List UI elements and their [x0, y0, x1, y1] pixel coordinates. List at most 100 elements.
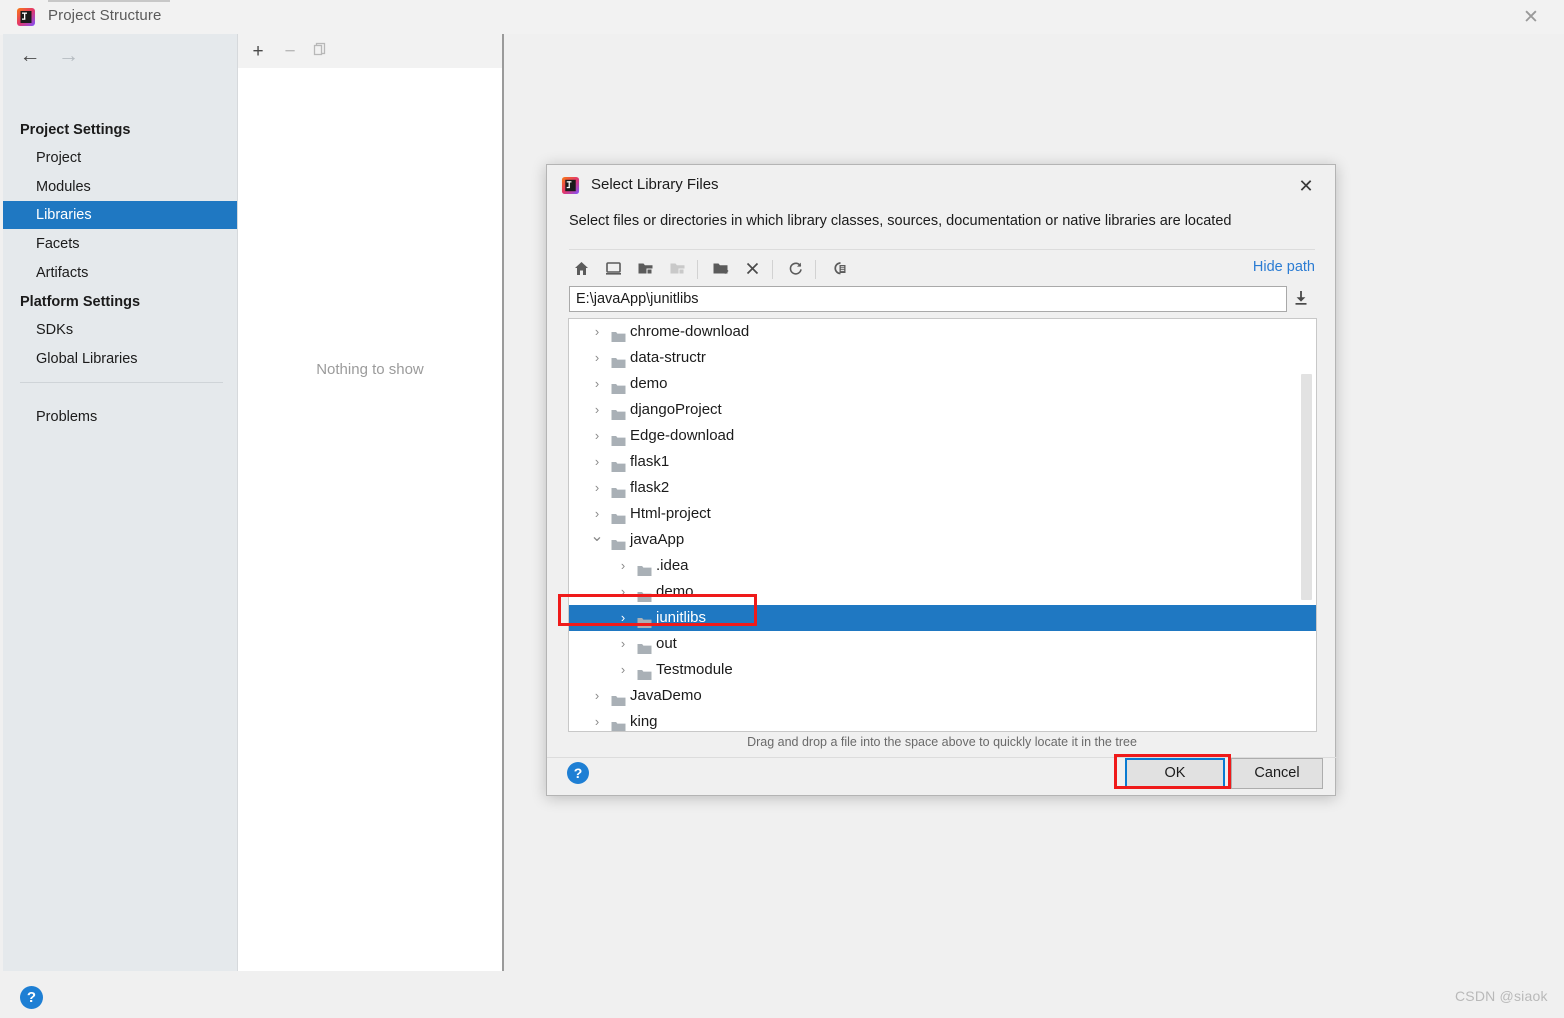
- chevron-right-icon[interactable]: ›: [589, 683, 605, 709]
- arrow-left-icon[interactable]: ←: [13, 42, 47, 70]
- chevron-right-icon[interactable]: ›: [589, 397, 605, 423]
- tree-row[interactable]: › Html-project: [569, 501, 1316, 527]
- chevron-right-icon[interactable]: ›: [589, 423, 605, 449]
- tree-row-label: junitlibs: [656, 609, 707, 626]
- tree-row-label: demo: [656, 583, 694, 600]
- sidebar-group-platform-settings: Platform Settings: [20, 294, 141, 310]
- desktop-icon[interactable]: [599, 255, 627, 283]
- sidebar-item-project[interactable]: Project: [3, 144, 237, 172]
- hide-path-link[interactable]: Hide path: [1253, 259, 1315, 275]
- screen-root: Project Structure ✕ ← → Project Settings…: [0, 0, 1564, 1018]
- folder-icon: [611, 378, 626, 394]
- help-button[interactable]: ?: [20, 986, 43, 1009]
- file-tree[interactable]: › chrome-download › data-structr › demo › djang…: [568, 318, 1317, 732]
- folder-up-icon[interactable]: [631, 255, 659, 283]
- close-icon[interactable]: ✕: [1516, 6, 1546, 30]
- folder-down-icon[interactable]: [663, 255, 691, 283]
- tree-row[interactable]: › junitlibs: [569, 605, 1316, 631]
- empty-state-text: Nothing to show: [316, 361, 424, 378]
- folder-icon: [611, 430, 626, 446]
- sidebar: ← → Project Settings Project Modules Lib…: [3, 34, 238, 971]
- chevron-right-icon[interactable]: ›: [589, 345, 605, 371]
- tree-row[interactable]: › flask1: [569, 449, 1316, 475]
- path-input[interactable]: [569, 286, 1287, 312]
- tree-row-label: Html-project: [630, 505, 711, 522]
- dialog-close-icon[interactable]: ✕: [1293, 174, 1319, 198]
- folder-icon: [611, 352, 626, 368]
- libraries-toolbar: + −: [238, 34, 502, 68]
- dialog-ok-button[interactable]: OK: [1125, 758, 1225, 789]
- tree-row[interactable]: › king: [569, 709, 1316, 731]
- tree-row-label: data-structr: [630, 349, 706, 366]
- sidebar-item-artifacts[interactable]: Artifacts: [3, 259, 237, 287]
- tree-row[interactable]: › djangoProject: [569, 397, 1316, 423]
- main-footer: OK Cancel Apply: [0, 971, 1564, 1018]
- tree-row-label: out: [656, 635, 677, 652]
- sidebar-item-problems[interactable]: Problems: [3, 403, 237, 431]
- chevron-down-icon[interactable]: ⌄: [589, 527, 605, 553]
- dialog-separator: [569, 249, 1315, 250]
- tree-row[interactable]: › flask2: [569, 475, 1316, 501]
- sidebar-item-sdks[interactable]: SDKs: [3, 316, 237, 344]
- sidebar-divider: [20, 382, 223, 383]
- drag-drop-hint: Drag and drop a file into the space abov…: [747, 735, 1137, 749]
- path-row: [569, 286, 1316, 312]
- folder-icon: [611, 326, 626, 342]
- arrow-right-icon[interactable]: →: [51, 42, 85, 70]
- watermark: CSDN @siaok: [1455, 988, 1548, 1004]
- tree-row[interactable]: › demo: [569, 579, 1316, 605]
- tree-row-label: javaApp: [630, 531, 685, 548]
- chevron-right-icon[interactable]: ›: [589, 371, 605, 397]
- chevron-right-icon[interactable]: ›: [615, 553, 631, 579]
- tree-row-label: demo: [630, 375, 668, 392]
- chevron-right-icon[interactable]: ›: [615, 605, 631, 631]
- home-icon[interactable]: [567, 255, 595, 283]
- sidebar-item-facets[interactable]: Facets: [3, 230, 237, 258]
- tree-row-label: JavaDemo: [630, 687, 702, 704]
- refresh-icon[interactable]: [781, 255, 809, 283]
- chevron-right-icon[interactable]: ›: [615, 657, 631, 683]
- tree-row-label: Edge-download: [630, 427, 735, 444]
- show-hidden-icon[interactable]: [824, 255, 852, 283]
- tree-row-label: chrome-download: [630, 323, 750, 340]
- tree-scrollbar[interactable]: [1301, 374, 1312, 600]
- folder-icon: [611, 508, 626, 524]
- libraries-detail-panel: + − Nothing to show: [238, 34, 504, 971]
- download-arrow-icon[interactable]: [1291, 288, 1315, 311]
- sidebar-item-global-libraries[interactable]: Global Libraries: [3, 345, 237, 373]
- tree-row[interactable]: ⌄ javaApp: [569, 527, 1316, 553]
- tree-row[interactable]: › chrome-download: [569, 319, 1316, 345]
- dialog-help-button[interactable]: ?: [567, 762, 589, 784]
- chevron-right-icon[interactable]: ›: [589, 709, 605, 731]
- delete-icon[interactable]: [738, 255, 766, 283]
- chevron-right-icon[interactable]: ›: [589, 475, 605, 501]
- sidebar-item-modules[interactable]: Modules: [3, 173, 237, 201]
- chevron-right-icon[interactable]: ›: [615, 631, 631, 657]
- tree-row[interactable]: › JavaDemo: [569, 683, 1316, 709]
- folder-icon: [611, 456, 626, 472]
- chevron-right-icon[interactable]: ›: [589, 501, 605, 527]
- tree-row[interactable]: › demo: [569, 371, 1316, 397]
- add-library-button[interactable]: +: [246, 40, 270, 64]
- chevron-right-icon[interactable]: ›: [589, 319, 605, 345]
- tree-row[interactable]: › Edge-download: [569, 423, 1316, 449]
- tree-row-label: djangoProject: [630, 401, 722, 418]
- tree-row[interactable]: › Testmodule: [569, 657, 1316, 683]
- toolbar-divider-3: [815, 260, 816, 279]
- dialog-cancel-button[interactable]: Cancel: [1231, 758, 1323, 789]
- new-folder-icon[interactable]: [706, 255, 734, 283]
- navigation-arrows: ← →: [13, 42, 85, 72]
- select-library-files-dialog: Select Library Files ✕ Select files or d…: [546, 164, 1337, 796]
- copy-library-button[interactable]: [308, 40, 332, 64]
- main-titlebar: Project Structure ✕: [0, 0, 1564, 35]
- chevron-right-icon[interactable]: ›: [589, 449, 605, 475]
- tree-row[interactable]: › data-structr: [569, 345, 1316, 371]
- remove-library-button[interactable]: −: [278, 40, 302, 64]
- tree-row[interactable]: › out: [569, 631, 1316, 657]
- chevron-right-icon[interactable]: ›: [615, 579, 631, 605]
- title-strip: [48, 0, 170, 2]
- tree-row[interactable]: › .idea: [569, 553, 1316, 579]
- sidebar-item-libraries[interactable]: Libraries: [3, 201, 237, 229]
- intellij-idea-icon: [16, 7, 36, 27]
- dialog-subtitle: Select files or directories in which lib…: [569, 213, 1232, 229]
